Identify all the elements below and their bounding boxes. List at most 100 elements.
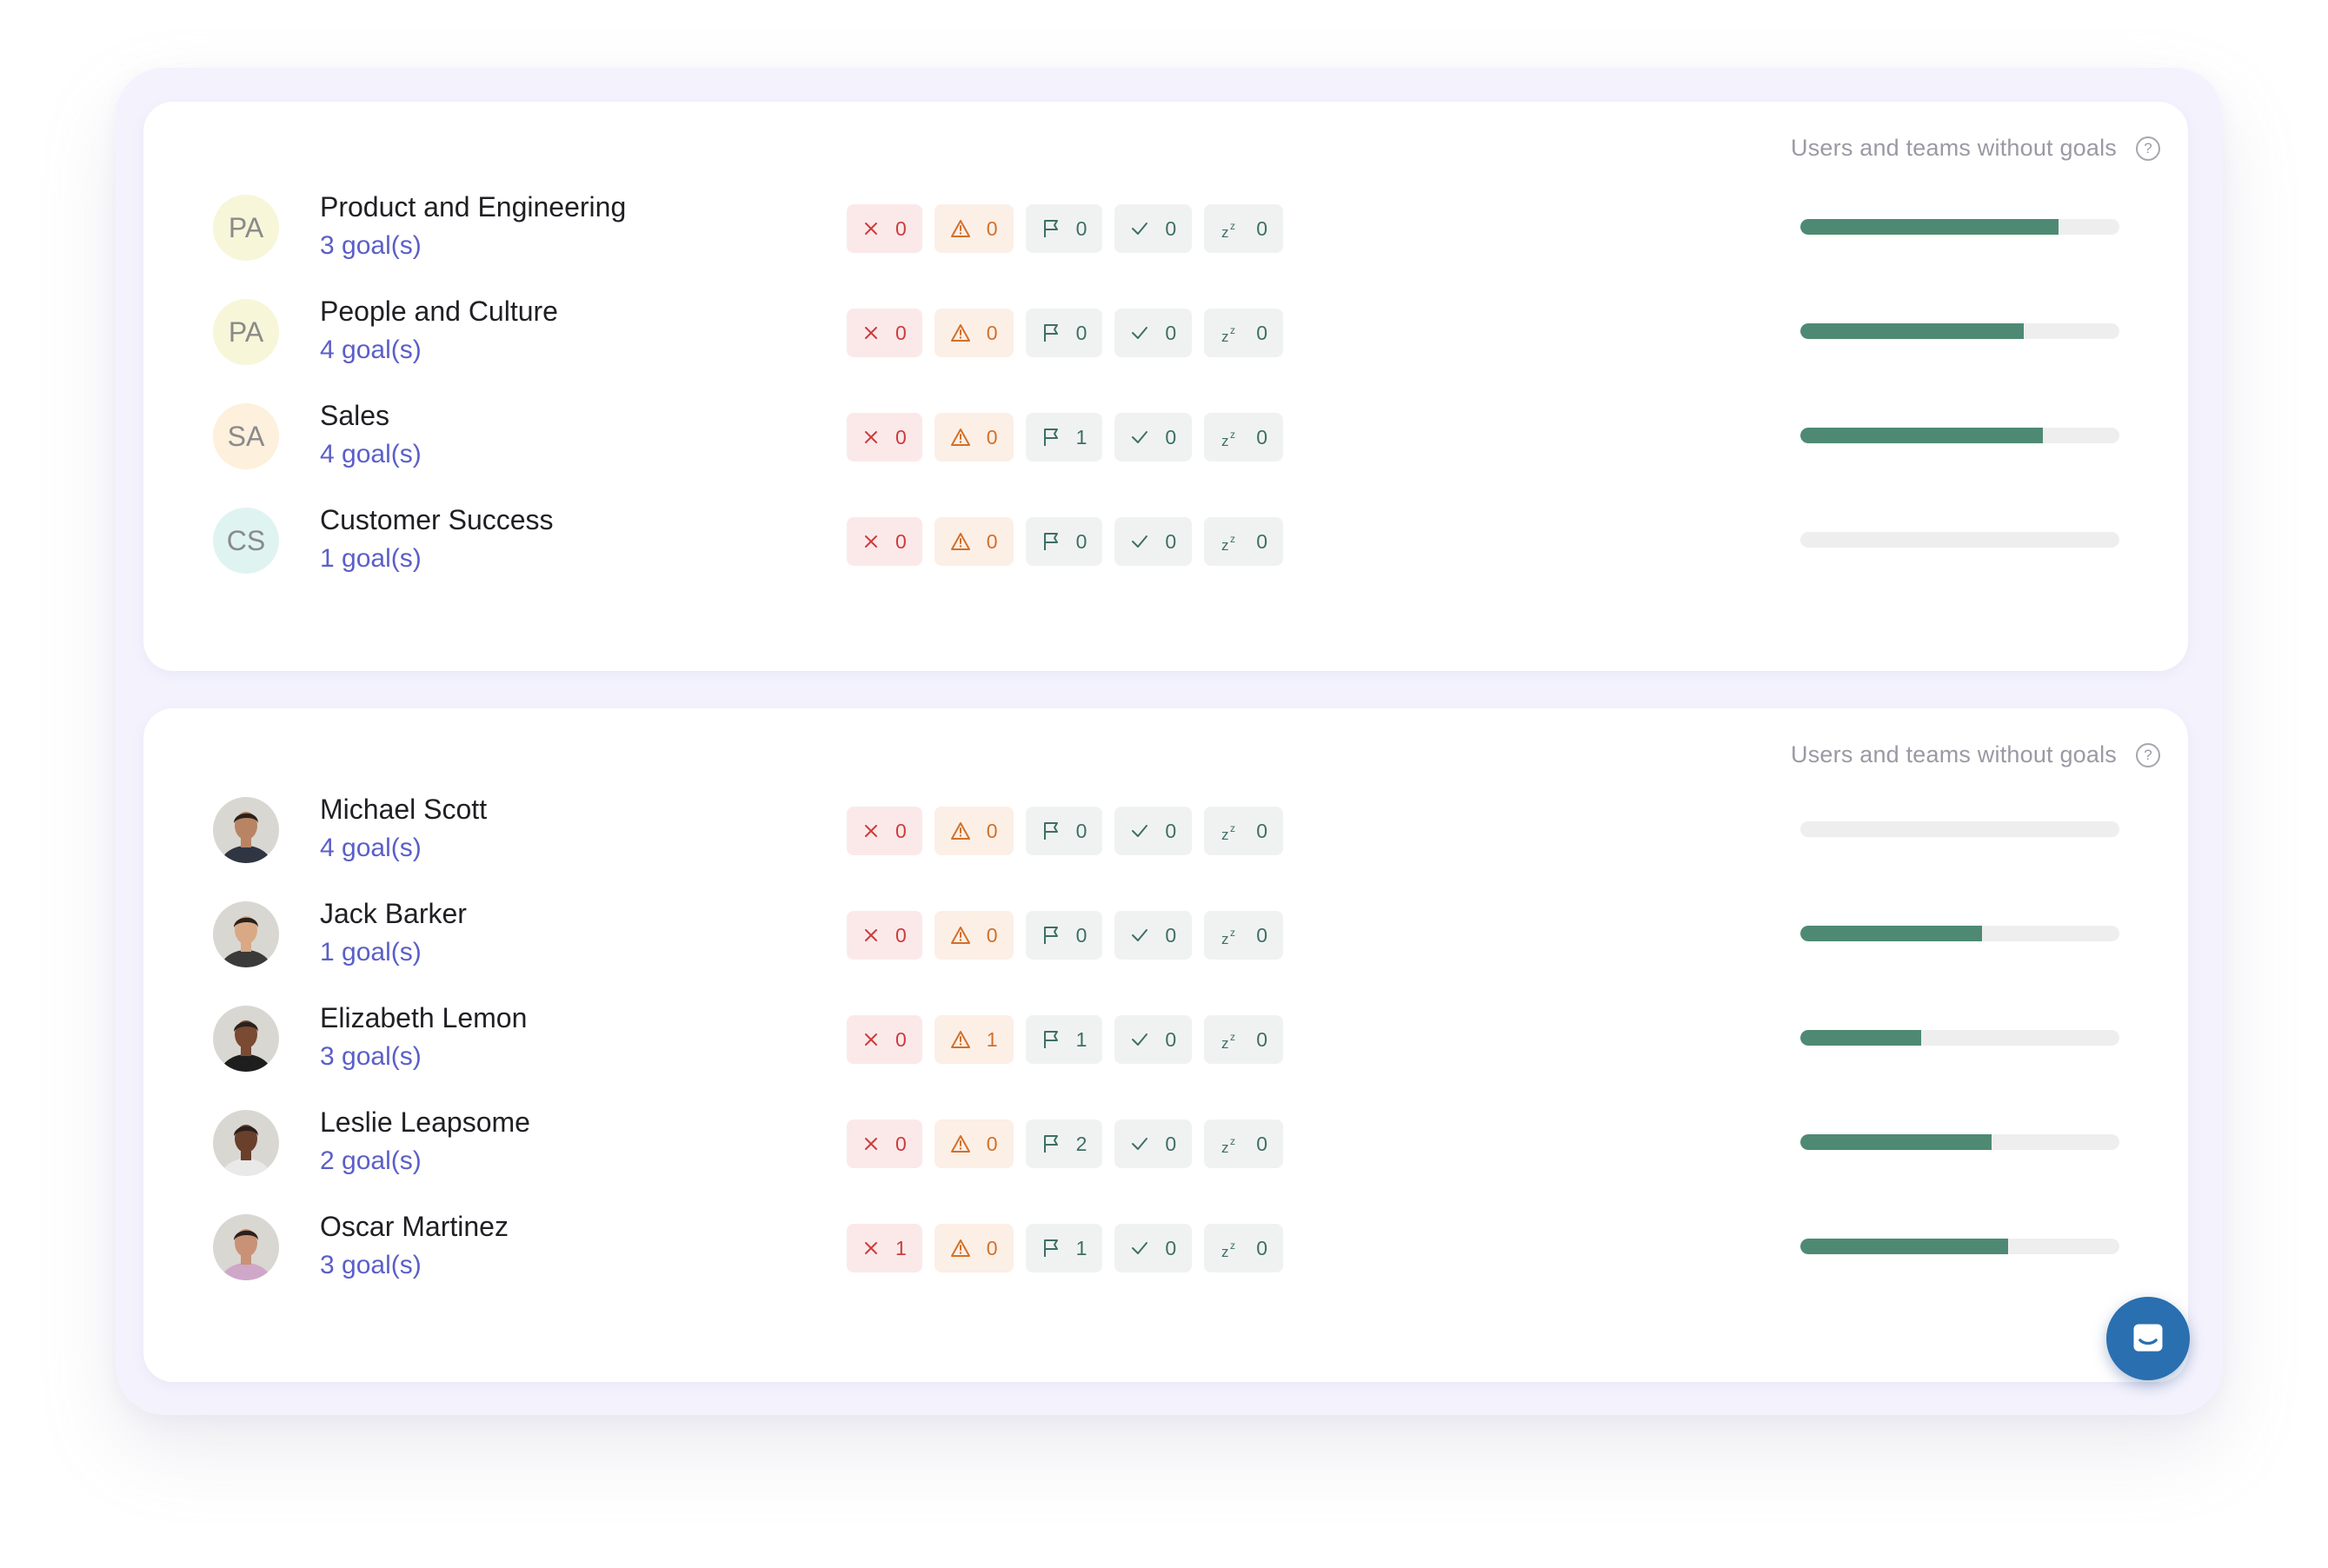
flag-icon: [1041, 1029, 1061, 1050]
x-icon: [862, 927, 880, 944]
at-risk-badge[interactable]: 0: [934, 911, 1014, 960]
flag-badge[interactable]: 0: [1025, 517, 1103, 566]
at-risk-badge[interactable]: 0: [934, 1120, 1014, 1168]
badge-count: 0: [1075, 819, 1088, 842]
chat-launcher-button[interactable]: [2106, 1297, 2190, 1380]
paused-badge[interactable]: zz 0: [1204, 204, 1283, 253]
goals-link[interactable]: 1 goal(s): [320, 544, 422, 574]
paused-badge[interactable]: zz 0: [1204, 1015, 1283, 1064]
at-risk-badge[interactable]: 0: [934, 309, 1014, 357]
user-avatar[interactable]: [213, 901, 279, 967]
paused-badge[interactable]: zz 0: [1204, 807, 1283, 855]
team-avatar[interactable]: SA: [213, 403, 279, 469]
sleep-zz-icon: zz: [1220, 1029, 1240, 1050]
done-badge[interactable]: 0: [1114, 517, 1193, 566]
checkmark-icon: [1130, 533, 1149, 550]
user-avatar[interactable]: [213, 1214, 279, 1280]
off-track-badge[interactable]: 0: [847, 807, 922, 855]
paused-badge[interactable]: zz 0: [1204, 1224, 1283, 1272]
paused-badge[interactable]: zz 0: [1204, 911, 1283, 960]
at-risk-badge[interactable]: 0: [934, 413, 1014, 462]
paused-badge[interactable]: zz 0: [1204, 413, 1283, 462]
team-avatar[interactable]: PA: [213, 195, 279, 261]
at-risk-badge[interactable]: 1: [934, 1015, 1014, 1064]
team-avatar[interactable]: PA: [213, 299, 279, 365]
off-track-badge[interactable]: 1: [847, 1224, 922, 1272]
goals-link[interactable]: 4 goal(s): [320, 440, 422, 469]
user-avatar[interactable]: [213, 1110, 279, 1176]
done-badge[interactable]: 0: [1114, 1015, 1193, 1064]
at-risk-badge[interactable]: 0: [934, 204, 1014, 253]
at-risk-badge[interactable]: 0: [934, 1224, 1014, 1272]
flag-badge[interactable]: 2: [1025, 1120, 1103, 1168]
svg-text:z: z: [1230, 1239, 1235, 1252]
team-avatar[interactable]: CS: [213, 508, 279, 574]
paused-badge[interactable]: zz 0: [1204, 309, 1283, 357]
flag-icon: [1041, 1133, 1061, 1154]
progress-fill: [1800, 323, 2024, 339]
badge-count: 0: [895, 425, 907, 448]
off-track-badge[interactable]: 0: [847, 911, 922, 960]
svg-text:z: z: [1230, 1135, 1235, 1147]
progress-bar: [1800, 532, 2119, 548]
badge-count: 1: [1075, 425, 1088, 448]
off-track-badge[interactable]: 0: [847, 413, 922, 462]
sleep-zz-icon: zz: [1220, 322, 1240, 343]
badge-count: 0: [1165, 529, 1177, 553]
question-circle-icon[interactable]: ?: [2136, 742, 2160, 767]
at-risk-badge[interactable]: 0: [934, 807, 1014, 855]
goals-link[interactable]: 3 goal(s): [320, 1042, 422, 1072]
off-track-badge[interactable]: 0: [847, 517, 922, 566]
x-icon: [862, 1239, 880, 1257]
off-track-badge[interactable]: 0: [847, 1015, 922, 1064]
done-badge[interactable]: 0: [1114, 911, 1193, 960]
goals-link[interactable]: 2 goal(s): [320, 1146, 422, 1176]
off-track-badge[interactable]: 0: [847, 309, 922, 357]
done-badge[interactable]: 0: [1114, 204, 1193, 253]
badge-count: 1: [1075, 1236, 1088, 1259]
user-avatar[interactable]: [213, 797, 279, 863]
sleep-zz-icon: zz: [1220, 531, 1240, 552]
at-risk-badge[interactable]: 0: [934, 517, 1014, 566]
flag-badge[interactable]: 0: [1025, 309, 1103, 357]
flag-badge[interactable]: 1: [1025, 1015, 1103, 1064]
goals-link[interactable]: 3 goal(s): [320, 1251, 422, 1280]
svg-text:z: z: [1230, 927, 1235, 939]
paused-badge[interactable]: zz 0: [1204, 517, 1283, 566]
user-avatar[interactable]: [213, 1006, 279, 1072]
status-badges: 0 0 0 0 zz 0: [847, 204, 1283, 253]
sleep-zz-icon: zz: [1220, 925, 1240, 946]
x-icon: [862, 324, 880, 342]
off-track-badge[interactable]: 0: [847, 1120, 922, 1168]
paused-badge[interactable]: zz 0: [1204, 1120, 1283, 1168]
question-circle-icon[interactable]: ?: [2136, 136, 2160, 161]
goals-link[interactable]: 4 goal(s): [320, 834, 422, 863]
done-badge[interactable]: 0: [1114, 413, 1193, 462]
sleep-zz-icon: zz: [1220, 1133, 1240, 1154]
flag-badge[interactable]: 0: [1025, 911, 1103, 960]
badge-count: 0: [1165, 216, 1177, 240]
flag-badge[interactable]: 0: [1025, 807, 1103, 855]
flag-badge[interactable]: 1: [1025, 413, 1103, 462]
off-track-badge[interactable]: 0: [847, 204, 922, 253]
done-badge[interactable]: 0: [1114, 1224, 1193, 1272]
flag-icon: [1041, 427, 1061, 448]
header-label: Users and teams without goals: [1791, 135, 2117, 161]
done-badge[interactable]: 0: [1114, 1120, 1193, 1168]
flag-badge[interactable]: 0: [1025, 204, 1103, 253]
goals-link[interactable]: 1 goal(s): [320, 938, 422, 967]
users-card: Users and teams without goals ? Michael …: [143, 708, 2188, 1382]
status-badges: 0 0 1 0 zz 0: [847, 413, 1283, 462]
flag-icon: [1041, 821, 1061, 841]
checkmark-icon: [1130, 927, 1149, 944]
done-badge[interactable]: 0: [1114, 807, 1193, 855]
flag-icon: [1041, 1238, 1061, 1259]
badge-count: 1: [986, 1027, 998, 1051]
done-badge[interactable]: 0: [1114, 309, 1193, 357]
goals-link[interactable]: 4 goal(s): [320, 336, 422, 365]
svg-text:z: z: [1221, 537, 1229, 552]
x-icon: [862, 1135, 880, 1153]
flag-badge[interactable]: 1: [1025, 1224, 1103, 1272]
goals-link[interactable]: 3 goal(s): [320, 231, 422, 261]
user-row: Jack Barker 1 goal(s) 0 0 0 0 z z 0: [143, 882, 2188, 987]
